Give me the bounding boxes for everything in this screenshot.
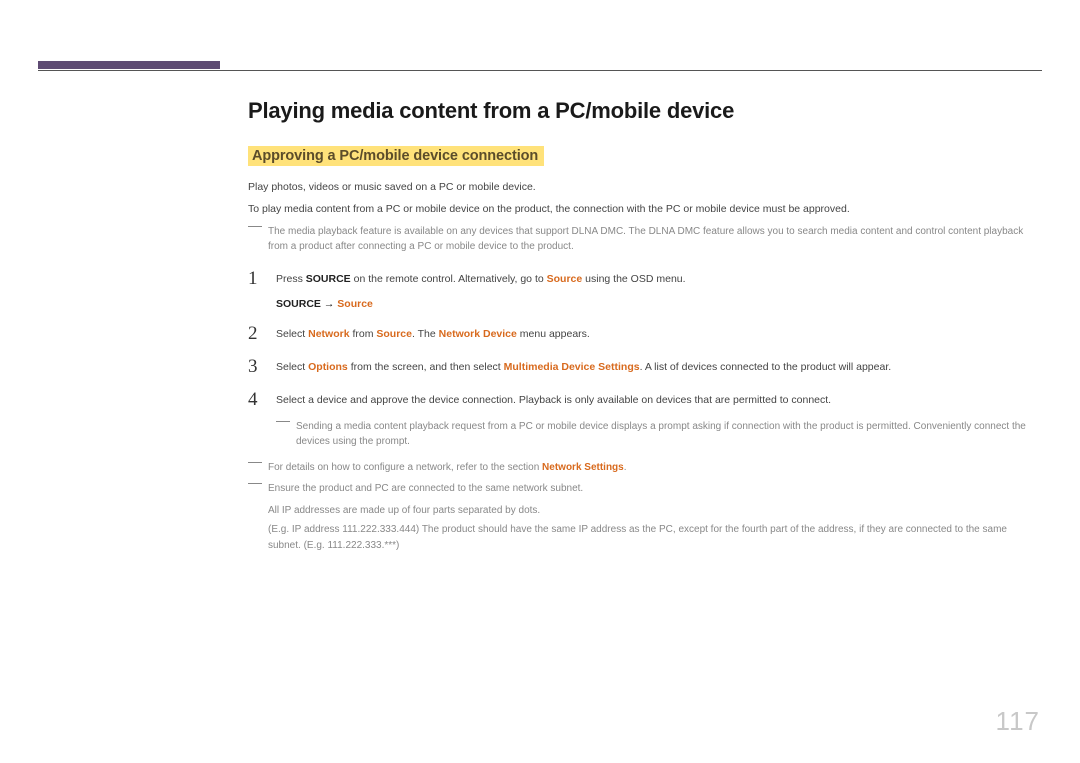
text: using the OSD menu. (582, 273, 685, 285)
source-menu: Source (547, 273, 583, 285)
trailing-notes: For details on how to configure a networ… (248, 460, 1042, 554)
step-2: 2 Select Network from Source. The Networ… (248, 324, 1042, 343)
network-settings-keyword: Network Settings (542, 462, 624, 473)
section-heading: Approving a PC/mobile device connection (248, 146, 544, 166)
content-area: Playing media content from a PC/mobile d… (248, 98, 1042, 557)
step-number: 1 (248, 269, 276, 288)
text: menu appears. (517, 328, 590, 340)
note-dash-icon (276, 421, 290, 422)
source-keyword: Source (376, 328, 412, 340)
note-dash-icon (248, 462, 262, 463)
step-body: Select a device and approve the device c… (276, 390, 1042, 409)
step-body: Select Options from the screen, and then… (276, 357, 1042, 376)
note-prompt: Sending a media content playback request… (276, 419, 1042, 450)
text: Select (276, 361, 308, 373)
step-4: 4 Select a device and approve the device… (248, 390, 1042, 409)
text: from (350, 328, 377, 340)
text: For details on how to configure a networ… (268, 462, 542, 473)
step-1: 1 Press SOURCE on the remote control. Al… (248, 269, 1042, 288)
note-subnet: Ensure the product and PC are connected … (248, 481, 1042, 497)
step-body: Select Network from Source. The Network … (276, 324, 1042, 343)
note-ip-format: All IP addresses are made up of four par… (248, 503, 1042, 519)
page-heading: Playing media content from a PC/mobile d… (248, 98, 1042, 124)
source-keyword: SOURCE (306, 273, 351, 285)
page-number: 117 (996, 706, 1040, 737)
step-number: 4 (248, 390, 276, 409)
step-body: Press SOURCE on the remote control. Alte… (276, 269, 1042, 288)
intro-paragraph-2: To play media content from a PC or mobil… (248, 202, 1042, 218)
network-device-keyword: Network Device (439, 328, 517, 340)
path-source: SOURCE (276, 298, 321, 310)
note-dlna: The media playback feature is available … (248, 224, 1042, 255)
chapter-tab-mark (38, 61, 220, 69)
step-number: 2 (248, 324, 276, 343)
text: Select (276, 328, 308, 340)
text: Press (276, 273, 306, 285)
text: from the screen, and then select (348, 361, 504, 373)
network-keyword: Network (308, 328, 349, 340)
multimedia-device-settings-keyword: Multimedia Device Settings (504, 361, 640, 373)
note-dash-icon (248, 483, 262, 484)
manual-page: Playing media content from a PC/mobile d… (0, 0, 1080, 763)
step-4-note-block: Sending a media content playback request… (276, 419, 1042, 450)
step-3: 3 Select Options from the screen, and th… (248, 357, 1042, 376)
step-number: 3 (248, 357, 276, 376)
arrow-icon: → (321, 298, 337, 310)
note-text: For details on how to configure a networ… (268, 460, 1042, 476)
text: . (624, 462, 627, 473)
options-keyword: Options (308, 361, 348, 373)
note-text: Ensure the product and PC are connected … (268, 481, 1042, 497)
header-rule (38, 70, 1042, 71)
note-text: Sending a media content playback request… (296, 419, 1042, 450)
text: on the remote control. Alternatively, go… (351, 273, 547, 285)
path-source-menu: Source (337, 298, 373, 310)
note-network-settings: For details on how to configure a networ… (248, 460, 1042, 476)
intro-paragraph-1: Play photos, videos or music saved on a … (248, 180, 1042, 196)
note-text: The media playback feature is available … (268, 224, 1042, 255)
text: . The (412, 328, 439, 340)
text: . A list of devices connected to the pro… (640, 361, 892, 373)
step-1-path: SOURCE → Source (276, 298, 1042, 310)
note-ip-example: (E.g. IP address 111.222.333.444) The pr… (248, 522, 1042, 553)
note-dash-icon (248, 226, 262, 227)
